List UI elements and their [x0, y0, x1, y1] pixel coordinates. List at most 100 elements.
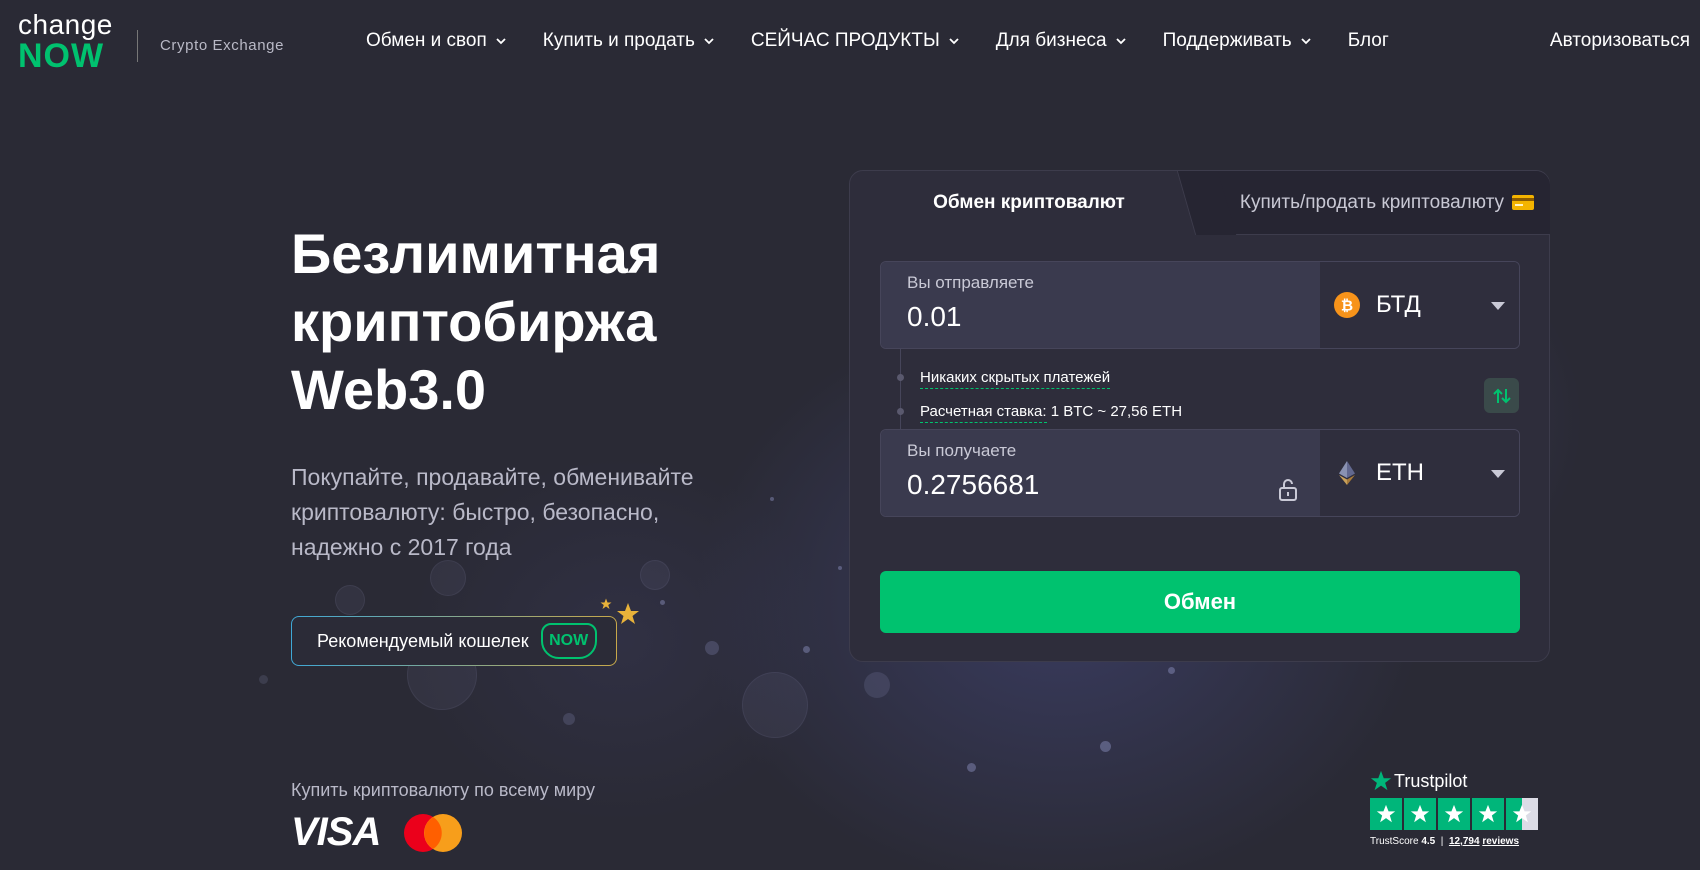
nav-now-products[interactable]: СЕЙЧАС ПРОДУКТЫ — [751, 30, 960, 52]
decor-dot — [864, 672, 890, 698]
hero-title-line: Безлимитная — [291, 222, 661, 285]
hero-subtitle-line: надежно с 2017 года — [291, 534, 512, 560]
nav-business[interactable]: Для бизнеса — [996, 30, 1127, 52]
hero-subtitle-line: Покупайте, продавайте, обменивайте — [291, 464, 694, 490]
credit-card-icon — [1512, 195, 1534, 210]
decor-dot — [1168, 667, 1175, 674]
chevron-down-icon — [949, 38, 959, 45]
send-amount-input[interactable]: 0.01 — [907, 301, 1320, 333]
estimated-rate: Расчетная ставка: 1 BTC ~ 27,56 ETH — [920, 403, 1183, 423]
receive-label: Вы получаете — [907, 441, 1017, 460]
mastercard-logo-icon — [404, 814, 462, 852]
nav-support[interactable]: Поддерживать — [1163, 30, 1312, 52]
caret-down-icon — [1491, 302, 1505, 310]
unlock-icon[interactable] — [1276, 478, 1300, 502]
info-dot — [897, 408, 904, 415]
logo-divider — [137, 30, 138, 62]
no-hidden-fees[interactable]: Никаких скрытых платежей — [920, 369, 1111, 389]
buy-worldwide-text: Купить криптовалюту по всему миру — [291, 780, 596, 800]
nav-buy-sell[interactable]: Купить и продать — [543, 30, 715, 52]
hero-title-line: Web3.0 — [291, 358, 487, 421]
trustpilot-rating-stars — [1370, 798, 1550, 830]
trustpilot-header: Trustpilot — [1370, 770, 1550, 792]
nav-label: СЕЙЧАС ПРОДУКТЫ — [750, 30, 940, 51]
receive-currency-code: ETH — [1376, 459, 1424, 486]
trustpilot-star-icon — [1370, 770, 1392, 791]
review-count[interactable]: 12,794 — [1449, 836, 1480, 847]
swap-arrows-icon — [1492, 388, 1511, 403]
trustpilot-brand: Trustpilot — [1394, 770, 1468, 791]
decor-dot — [1100, 741, 1111, 752]
info-line — [900, 349, 901, 439]
chevron-down-icon — [1115, 38, 1126, 45]
hero-title: Безлимитная криптобиржа Web3.0 — [291, 220, 771, 424]
receive-field: Вы получаете 0.2756681 ETH — [880, 429, 1520, 517]
exchange-widget: Обмен криптовалют Купить/продать криптов… — [849, 170, 1550, 662]
send-field: Вы отправляете 0.01 ₿ БТД — [880, 261, 1520, 349]
trustpilot-widget[interactable]: Trustpilot TrustScore 4.5 | 12,794 revie… — [1370, 770, 1550, 847]
tab-label: Купить/продать криптовалюту — [1239, 191, 1504, 213]
receive-amount: 0.2756681 — [907, 469, 1040, 500]
trustscore-line: TrustScore 4.5 | 12,794 reviews — [1370, 836, 1520, 847]
decor-dot — [803, 646, 810, 653]
decor-dot — [660, 600, 665, 605]
nav-blog[interactable]: Блог — [1348, 30, 1389, 52]
nav-label: Поддерживать — [1162, 30, 1292, 51]
reviews-label[interactable]: reviews — [1482, 836, 1519, 847]
nav-label: Для бизнеса — [995, 30, 1107, 51]
swap-direction-button[interactable] — [1484, 378, 1519, 413]
exchange-button[interactable]: Обмен — [880, 571, 1520, 633]
decor-dot — [770, 497, 774, 501]
site-header: change NOW Crypto Exchange Обмен и своп … — [0, 0, 1700, 88]
hero-title-line: криптобиржа — [291, 290, 657, 353]
logo-text-now: NOW — [18, 37, 105, 75]
svg-text:₿: ₿ — [1341, 298, 1353, 315]
logo[interactable]: change NOW — [18, 9, 118, 75]
chevron-down-icon — [496, 38, 506, 45]
rating-star — [1404, 798, 1436, 830]
logo-text-change: change — [18, 9, 113, 40]
recommended-wallet-button[interactable]: Рекомендуемый кошелек NOW — [291, 616, 617, 666]
ethereum-icon — [1339, 461, 1355, 485]
decor-dot — [967, 763, 976, 772]
info-dot — [897, 374, 904, 381]
tab-exchange-crypto[interactable]: Обмен криптовалют — [850, 171, 1208, 235]
rating-star — [1370, 798, 1402, 830]
nav-label: Купить и продать — [542, 30, 695, 51]
main-nav: Обмен и своп Купить и продать СЕЙЧАС ПРО… — [366, 30, 1389, 52]
decor-dot — [838, 566, 842, 570]
receive-currency-select[interactable]: ETH — [1320, 430, 1519, 516]
wallet-button-label: Рекомендуемый кошелек — [317, 630, 529, 651]
rating-star-half — [1506, 798, 1538, 830]
star-icon — [617, 603, 639, 624]
nav-label: Блог — [1347, 30, 1389, 51]
logo-subtitle: Crypto Exchange — [160, 37, 285, 54]
decor-coin-ghost — [430, 560, 466, 596]
login-link[interactable]: Авторизоваться — [1550, 30, 1690, 52]
decor-coin-ghost — [335, 585, 365, 615]
rating-star — [1472, 798, 1504, 830]
now-wallet-badge: NOW — [540, 623, 597, 659]
send-currency-select[interactable]: ₿ БТД — [1320, 262, 1519, 348]
no-fees-text: Никаких скрытых платежей — [920, 369, 1111, 389]
trustscore-value: 4.5 — [1421, 836, 1436, 847]
nav-exchange-swap[interactable]: Обмен и своп — [366, 30, 507, 52]
rate-value: 1 BTC ~ 27,56 ETH — [1050, 403, 1183, 420]
trustscore-label: TrustScore — [1370, 836, 1419, 847]
chevron-down-icon — [1301, 38, 1311, 45]
send-currency-code: БТД — [1376, 291, 1421, 318]
bitcoin-icon: ₿ — [1334, 292, 1360, 318]
visa-logo: VISA — [291, 810, 381, 854]
rating-star — [1438, 798, 1470, 830]
nav-label: Обмен и своп — [366, 30, 487, 51]
hero-subtitle: Покупайте, продавайте, обменивайте крипт… — [291, 460, 761, 565]
decor-dot — [705, 641, 719, 655]
tab-buy-sell-crypto[interactable]: Купить/продать криптовалюту — [1200, 171, 1550, 235]
send-amount-area[interactable]: Вы отправляете 0.01 — [881, 262, 1320, 348]
caret-down-icon — [1491, 470, 1505, 478]
send-label: Вы отправляете — [907, 273, 1034, 292]
decor-coin-ghost — [742, 672, 808, 738]
rate-label[interactable]: Расчетная ставка: — [920, 403, 1047, 423]
decor-dot — [259, 675, 268, 684]
hero-subtitle-line: криптовалюту: быстро, безопасно, — [291, 499, 660, 525]
